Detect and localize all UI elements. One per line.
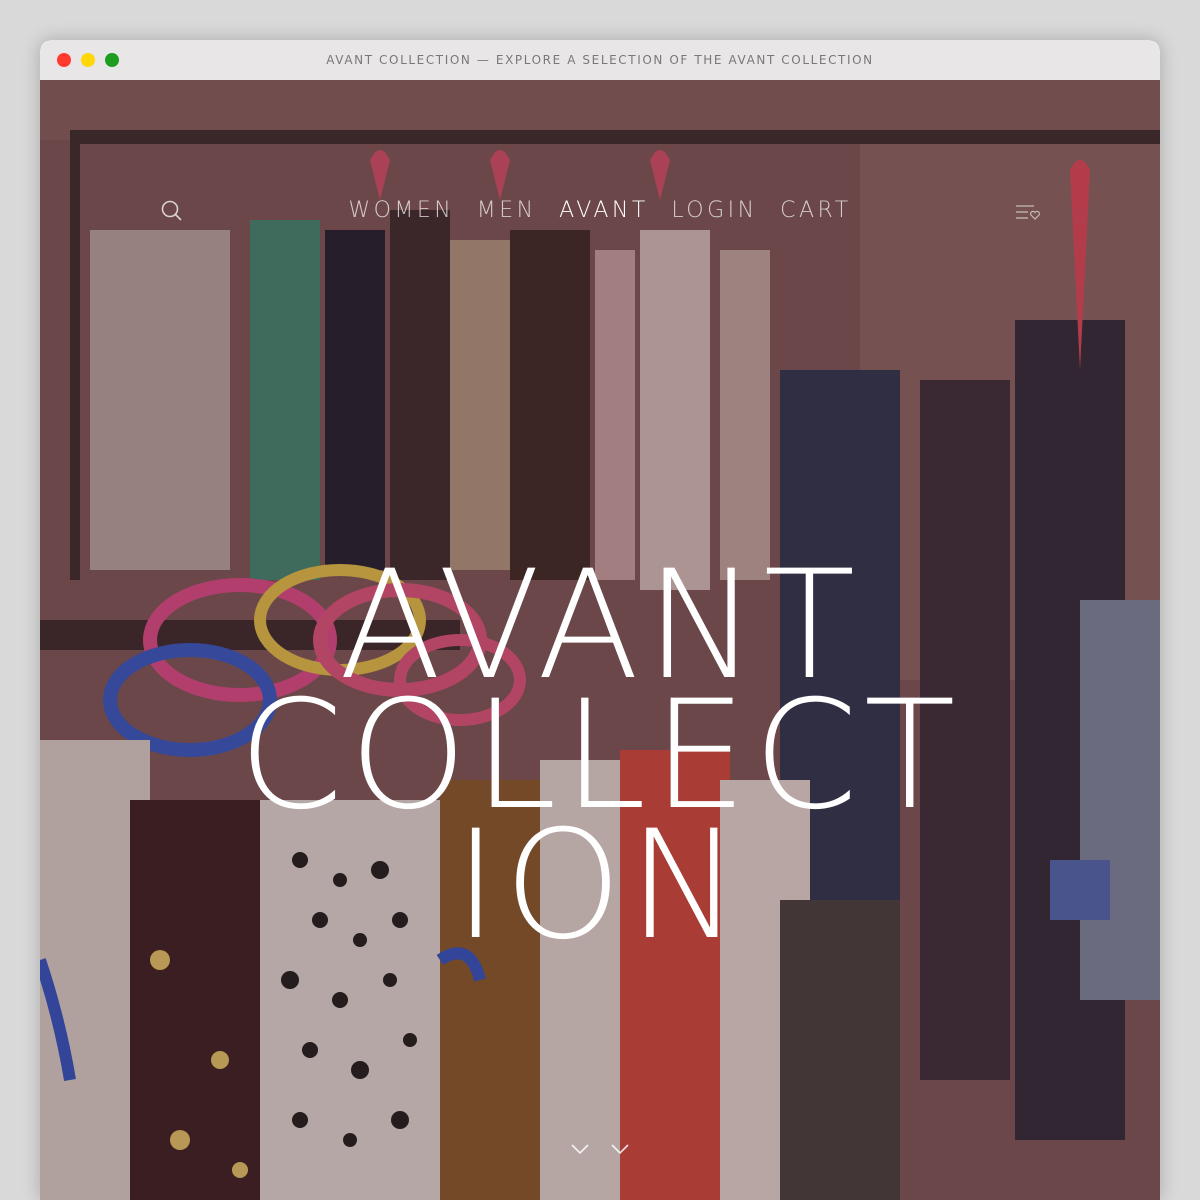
hero-section: WOMEN MEN AVANT LOGIN CART AVANT COLLECT…	[40, 80, 1160, 1200]
nav-avant[interactable]: AVANT	[559, 198, 649, 223]
main-nav: WOMEN MEN AVANT LOGIN CART	[40, 198, 1160, 223]
headline-line-3: ION	[453, 798, 747, 973]
double-chevron-down-icon[interactable]	[564, 1138, 636, 1162]
browser-window: AVANT COLLECTION — EXPLORE A SELECTION O…	[40, 40, 1160, 1200]
window-title: AVANT COLLECTION — EXPLORE A SELECTION O…	[326, 53, 874, 67]
hero-headline: AVANT COLLECT ION	[40, 551, 1160, 973]
nav-men[interactable]: MEN	[477, 198, 537, 223]
nav-cart[interactable]: CART	[780, 198, 852, 223]
title-bar: AVANT COLLECTION — EXPLORE A SELECTION O…	[40, 40, 1160, 81]
nav-women[interactable]: WOMEN	[348, 198, 454, 223]
nav-login[interactable]: LOGIN	[671, 198, 757, 223]
menu-wishlist-icon[interactable]	[1013, 199, 1043, 225]
